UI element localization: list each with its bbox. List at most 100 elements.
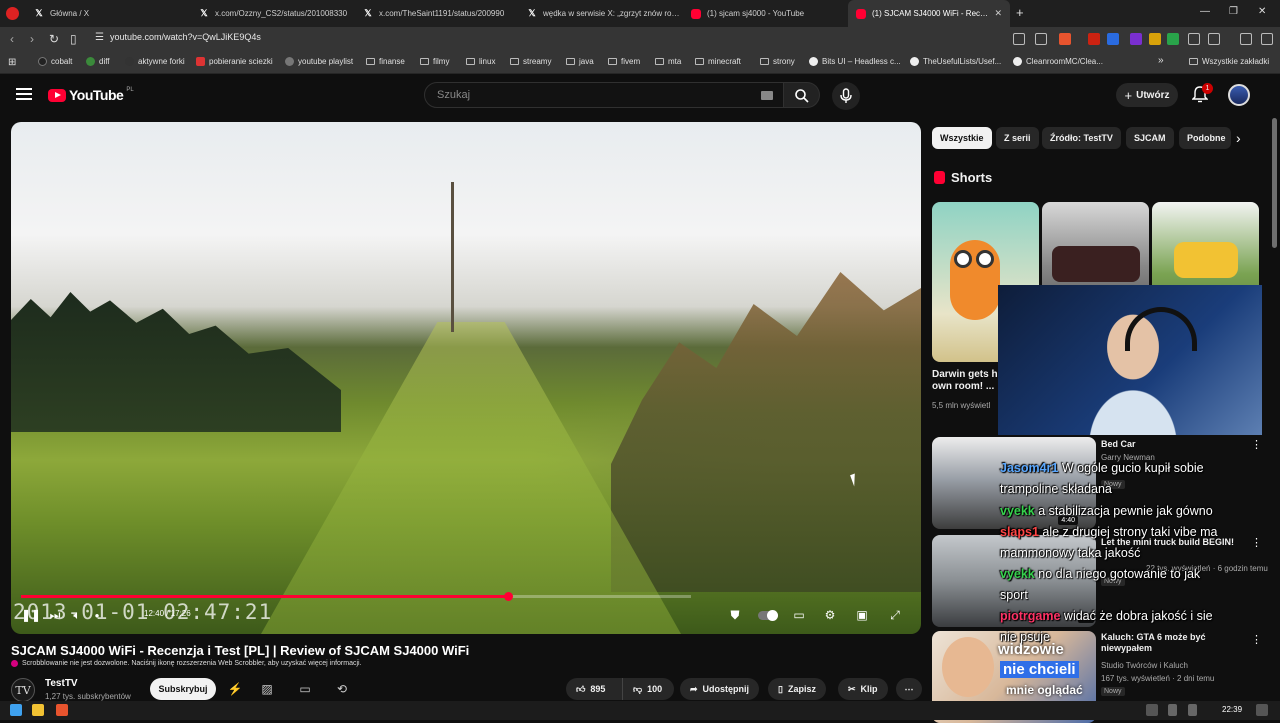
browser-menu-icon[interactable] <box>1261 33 1273 45</box>
pause-icon[interactable]: ❚❚ <box>21 608 41 622</box>
screen-icon[interactable]: ▭ <box>298 682 312 696</box>
media-icon[interactable] <box>1240 33 1252 45</box>
more-options-icon[interactable]: ⋮ <box>1251 438 1262 451</box>
volume-slider-knob[interactable]: ● <box>89 608 105 622</box>
windows-start-icon[interactable] <box>10 704 22 716</box>
fullscreen-icon[interactable]: ⤢ <box>887 608 903 622</box>
like-button[interactable]: 👍︎ 895 <box>566 678 622 700</box>
extension-icon[interactable] <box>1107 33 1119 45</box>
extension-icon[interactable] <box>1167 33 1179 45</box>
more-actions-button[interactable]: ⋯ <box>896 678 922 700</box>
extensions-puzzle-icon[interactable] <box>1188 33 1200 45</box>
chevron-right-icon[interactable]: › <box>1236 130 1241 146</box>
bookmark-folder[interactable]: minecraft <box>695 57 741 66</box>
file-explorer-icon[interactable] <box>32 704 44 716</box>
short-title[interactable]: Darwin gets h own room! ... <box>932 369 998 393</box>
youtube-logo[interactable]: YouTube PL <box>48 87 134 103</box>
chip-source[interactable]: Źródło: TestTV <box>1042 127 1121 149</box>
next-icon[interactable]: ⏭ <box>47 608 63 622</box>
bookmark-item[interactable]: TheUsefulLists/Usef... <box>910 57 1001 66</box>
back-icon[interactable]: ‹ <box>10 32 14 46</box>
menu-icon[interactable] <box>16 88 32 100</box>
forward-icon[interactable]: › <box>30 32 34 46</box>
taskbar-clock[interactable]: 22:39 <box>1222 705 1242 714</box>
browser-tab[interactable]: (1) sjcam sj4000 - YouTube <box>683 0 847 27</box>
network-icon[interactable] <box>1168 704 1177 716</box>
related-channel[interactable]: Studio Twórców i Kaluch <box>1101 661 1188 671</box>
bookmark-item[interactable]: aktywne forki <box>125 57 185 66</box>
bookmark-item[interactable]: Bits UI – Headless c... <box>809 57 901 66</box>
voice-search-button[interactable] <box>832 82 860 110</box>
chip-series[interactable]: Z serii <box>996 127 1039 149</box>
bookmark-folder[interactable]: streamy <box>510 57 551 66</box>
install-app-icon[interactable] <box>1013 33 1025 45</box>
bookmark-folder[interactable]: mta <box>655 57 681 66</box>
lightning-icon[interactable]: ⚡ <box>228 682 243 696</box>
browser-tab[interactable]: 𝕏 Główna / X <box>26 0 191 27</box>
notification-center-icon[interactable] <box>1256 704 1268 716</box>
miniplayer-icon[interactable]: ▣ <box>854 608 870 622</box>
keyboard-icon[interactable] <box>761 91 773 100</box>
progress-scrubber[interactable] <box>504 592 514 601</box>
minimize-icon[interactable]: — <box>1200 6 1210 17</box>
speaker-icon[interactable] <box>1188 704 1197 716</box>
brave-browser-icon[interactable] <box>56 704 68 716</box>
url-field[interactable]: youtube.com/watch?v=QwLJiKE9Q4s <box>110 32 261 42</box>
channel-avatar[interactable]: TV <box>11 678 35 702</box>
volume-icon[interactable]: 🔈︎ <box>69 608 85 622</box>
bookmark-folder[interactable]: fivem <box>608 57 640 66</box>
related-title[interactable]: Kaluch: GTA 6 może być niewypałem <box>1101 632 1251 654</box>
browser-tab-active[interactable]: (1) SJCAM SJ4000 WiFi - Rec… ✕ <box>848 0 1010 27</box>
chip-sjcam[interactable]: SJCAM <box>1126 127 1174 149</box>
related-title[interactable]: Bed Car <box>1101 439 1251 450</box>
extension-icon[interactable] <box>1088 33 1100 45</box>
browser-tab[interactable]: 𝕏wędka w serwisie X: „zgrzyt znów ro… <box>519 0 683 27</box>
progress-bar[interactable] <box>21 592 691 601</box>
sponsorblock-icon[interactable]: ⛊ <box>727 608 743 622</box>
channel-name[interactable]: TestTV <box>45 678 78 689</box>
image-icon[interactable]: ▨ <box>260 682 274 696</box>
save-button[interactable]: ▯ Zapisz <box>768 678 826 700</box>
share-button[interactable]: ➦ Udostępnij <box>680 678 760 700</box>
browser-tab[interactable]: 𝕏x.com/TheSaint1191/status/200990 <box>355 0 519 27</box>
bookmark-folder[interactable]: strony <box>760 57 795 66</box>
more-options-icon[interactable]: ⋮ <box>1251 536 1262 549</box>
chip-all[interactable]: Wszystkie <box>932 127 992 149</box>
brave-shield-icon[interactable] <box>1059 33 1071 45</box>
tray-icon[interactable] <box>1146 704 1158 716</box>
site-info-icon[interactable]: ☰ <box>95 32 104 43</box>
bookmark-item[interactable]: cobalt <box>38 57 72 66</box>
bookmark-item[interactable]: pobieranie sciezki <box>196 57 273 66</box>
restore-icon[interactable]: ❐ <box>1229 6 1238 17</box>
apps-grid-icon[interactable]: ⊞ <box>8 57 16 68</box>
all-bookmarks-folder[interactable]: Wszystkie zakładki <box>1189 57 1269 66</box>
search-button[interactable] <box>784 82 820 108</box>
more-options-icon[interactable]: ⋮ <box>1251 633 1262 646</box>
settings-gear-icon[interactable]: ⚙ <box>822 608 838 622</box>
chip-similar[interactable]: Podobne <box>1179 127 1231 149</box>
clip-button[interactable]: ✂ Klip <box>838 678 888 700</box>
bookmark-folder[interactable]: java <box>566 57 594 66</box>
bookmark-folder[interactable]: filmy <box>420 57 449 66</box>
bookmark-page-icon[interactable]: ▯ <box>70 32 77 46</box>
reload-icon[interactable]: ↻ <box>49 32 59 46</box>
sidebar-toggle-icon[interactable] <box>1208 33 1220 45</box>
autoplay-toggle[interactable] <box>757 608 779 622</box>
bookmark-folder[interactable]: linux <box>466 57 495 66</box>
subscribe-button[interactable]: Subskrybuj <box>150 678 216 700</box>
browser-tab[interactable]: 𝕏x.com/Ozzny_CS2/status/201008330 <box>191 0 355 27</box>
bookmark-item[interactable]: youtube playlist <box>285 57 353 66</box>
page-scrollbar[interactable] <box>1272 118 1277 248</box>
close-window-icon[interactable]: ✕ <box>1258 6 1266 17</box>
extension-icon[interactable] <box>1130 33 1142 45</box>
browser-menu-icon[interactable] <box>6 7 19 20</box>
bookmarks-overflow[interactable]: » <box>1158 55 1164 66</box>
extension-icon[interactable] <box>1149 33 1161 45</box>
loop-icon[interactable]: ⟲ <box>335 682 349 696</box>
search-input[interactable]: Szukaj <box>424 82 784 108</box>
subtitles-icon[interactable]: ▭ <box>791 608 807 622</box>
bookmark-item[interactable]: diff <box>86 57 110 66</box>
close-tab-icon[interactable]: ✕ <box>994 8 1002 19</box>
bookmark-folder[interactable]: finanse <box>366 57 405 66</box>
bookmark-item[interactable]: CleanroomMC/Clea... <box>1013 57 1103 66</box>
